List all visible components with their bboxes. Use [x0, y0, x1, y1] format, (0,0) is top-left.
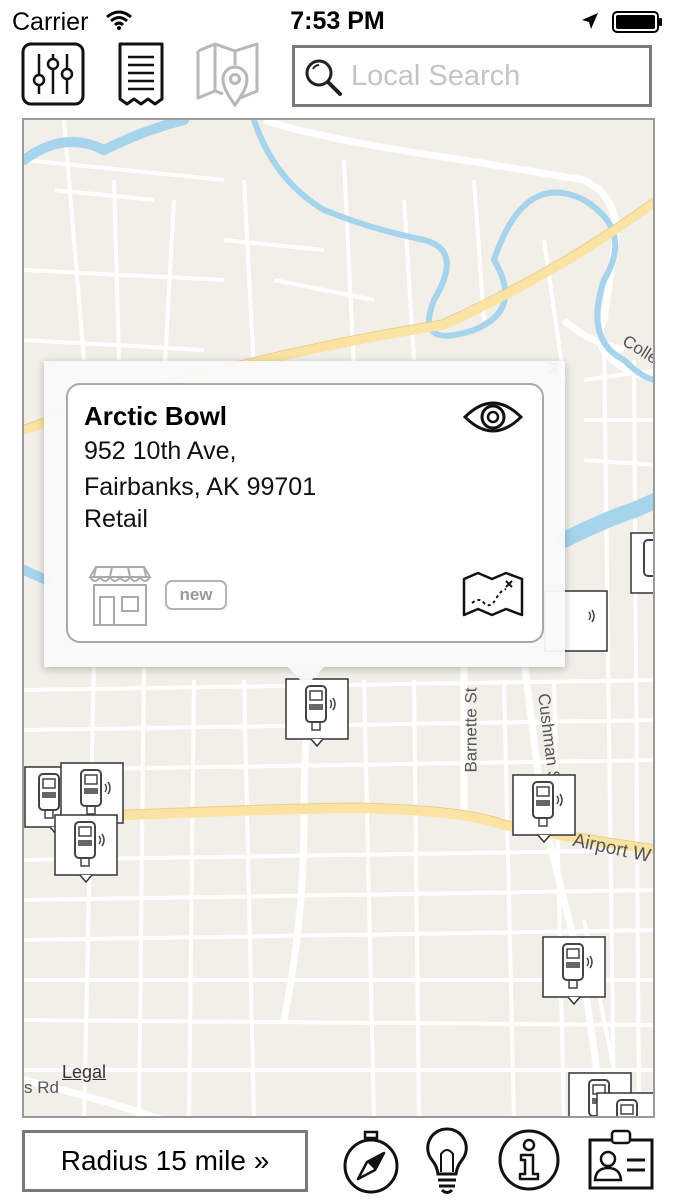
card-terminal-icon: [542, 936, 606, 1006]
list-button[interactable]: [112, 42, 170, 110]
radius-button[interactable]: Radius 15 mile »: [22, 1130, 308, 1192]
bottom-bar: Radius 15 mile »: [0, 1122, 675, 1200]
card-terminal-pin[interactable]: [285, 678, 349, 748]
card-terminal-pin[interactable]: [512, 774, 576, 844]
view-eye-button[interactable]: [462, 395, 524, 444]
eye-icon: [462, 401, 524, 443]
place-name: Arctic Bowl: [84, 401, 228, 431]
compass-button[interactable]: [340, 1128, 402, 1199]
clock-label: 7:53 PM: [290, 7, 385, 35]
card-terminal-pin[interactable]: [596, 1092, 653, 1116]
callout-pointer: [287, 666, 325, 686]
status-bar: Carrier 7:53 PM: [0, 0, 675, 42]
info-icon: [497, 1129, 561, 1196]
card-terminal-pin[interactable]: [54, 814, 118, 884]
tips-button[interactable]: [424, 1126, 470, 1200]
search-icon: [303, 57, 343, 102]
road-label-barnette: Barnette St: [461, 687, 481, 773]
toolbar: [0, 42, 675, 114]
search-input[interactable]: [351, 56, 641, 96]
filter-button[interactable]: [21, 42, 85, 111]
lightbulb-icon: [424, 1127, 470, 1200]
battery-icon: [612, 11, 664, 38]
store-icon: [88, 565, 152, 632]
card-terminal-pin[interactable]: [630, 532, 653, 594]
card-terminal-pin[interactable]: [542, 936, 606, 1006]
place-category: Retail: [84, 505, 148, 533]
map-pin-icon: [195, 41, 261, 112]
location-card[interactable]: Arctic Bowl 952 10th Ave, Fairbanks, AK …: [66, 383, 544, 643]
card-terminal-icon: [630, 532, 653, 594]
id-card-icon: [586, 1129, 656, 1196]
info-button[interactable]: [497, 1128, 561, 1197]
directions-button[interactable]: [462, 571, 524, 624]
treasure-map-icon: [462, 571, 524, 623]
card-terminal-icon: [285, 678, 349, 748]
location-arrow-icon: [580, 11, 600, 36]
road-label-s-rd: s Rd: [24, 1078, 59, 1097]
compass-icon: [340, 1130, 402, 1198]
search-box[interactable]: [292, 45, 652, 107]
sliders-icon: [21, 42, 85, 111]
card-terminal-icon: [54, 814, 118, 884]
card-terminal-icon: [512, 774, 576, 844]
profile-button[interactable]: [586, 1128, 656, 1197]
new-badge: new: [165, 580, 227, 610]
receipt-icon: [115, 41, 167, 112]
legal-link[interactable]: Legal: [62, 1062, 106, 1083]
map-view-button[interactable]: [194, 42, 262, 110]
address-line-1: 952 10th Ave,: [84, 437, 237, 465]
card-terminal-icon: [596, 1092, 653, 1116]
address-line-2: Fairbanks, AK 99701: [84, 473, 317, 501]
